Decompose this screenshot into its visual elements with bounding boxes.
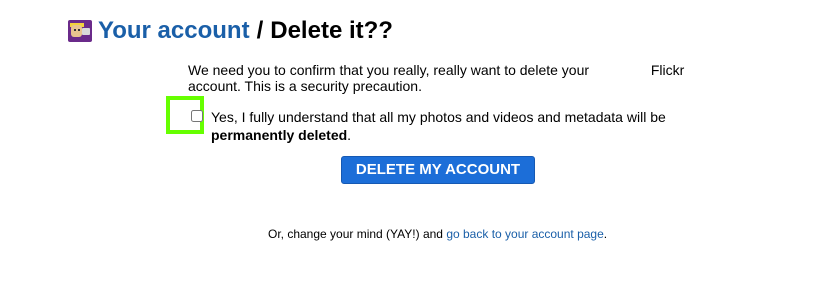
- title-separator: /: [256, 17, 264, 44]
- acknowledge-period: .: [347, 127, 352, 143]
- acknowledge-label: Yes, I fully understand that all my phot…: [211, 108, 711, 144]
- acknowledge-text: Yes, I fully understand that all my phot…: [211, 109, 666, 125]
- your-account-link[interactable]: Your account: [98, 16, 250, 46]
- footer-prefix: Or, change your mind (YAY!) and: [268, 227, 443, 241]
- title-delete-heading: Delete it??: [270, 17, 393, 44]
- delete-account-page: Your account / Delete it?? We need you t…: [0, 0, 820, 284]
- buddy-icon[interactable]: [68, 20, 92, 42]
- confirm-line1: We need you to confirm that you really, …: [188, 62, 590, 78]
- confirm-line2: account. This is a security precaution.: [188, 78, 422, 94]
- delete-account-button[interactable]: DELETE MY ACCOUNT: [341, 156, 535, 184]
- permanently-deleted-text: permanently deleted: [211, 127, 348, 143]
- acknowledge-checkbox[interactable]: [191, 110, 203, 122]
- back-to-account-link[interactable]: go back to your account page: [446, 227, 603, 241]
- confirm-message: We need you to confirm that you really, …: [188, 62, 708, 94]
- footer-message: Or, change your mind (YAY!) and go back …: [268, 226, 607, 242]
- page-title: Your account / Delete it??: [68, 16, 393, 46]
- flickr-brand-text: Flickr: [650, 62, 685, 78]
- footer-period: .: [603, 227, 608, 241]
